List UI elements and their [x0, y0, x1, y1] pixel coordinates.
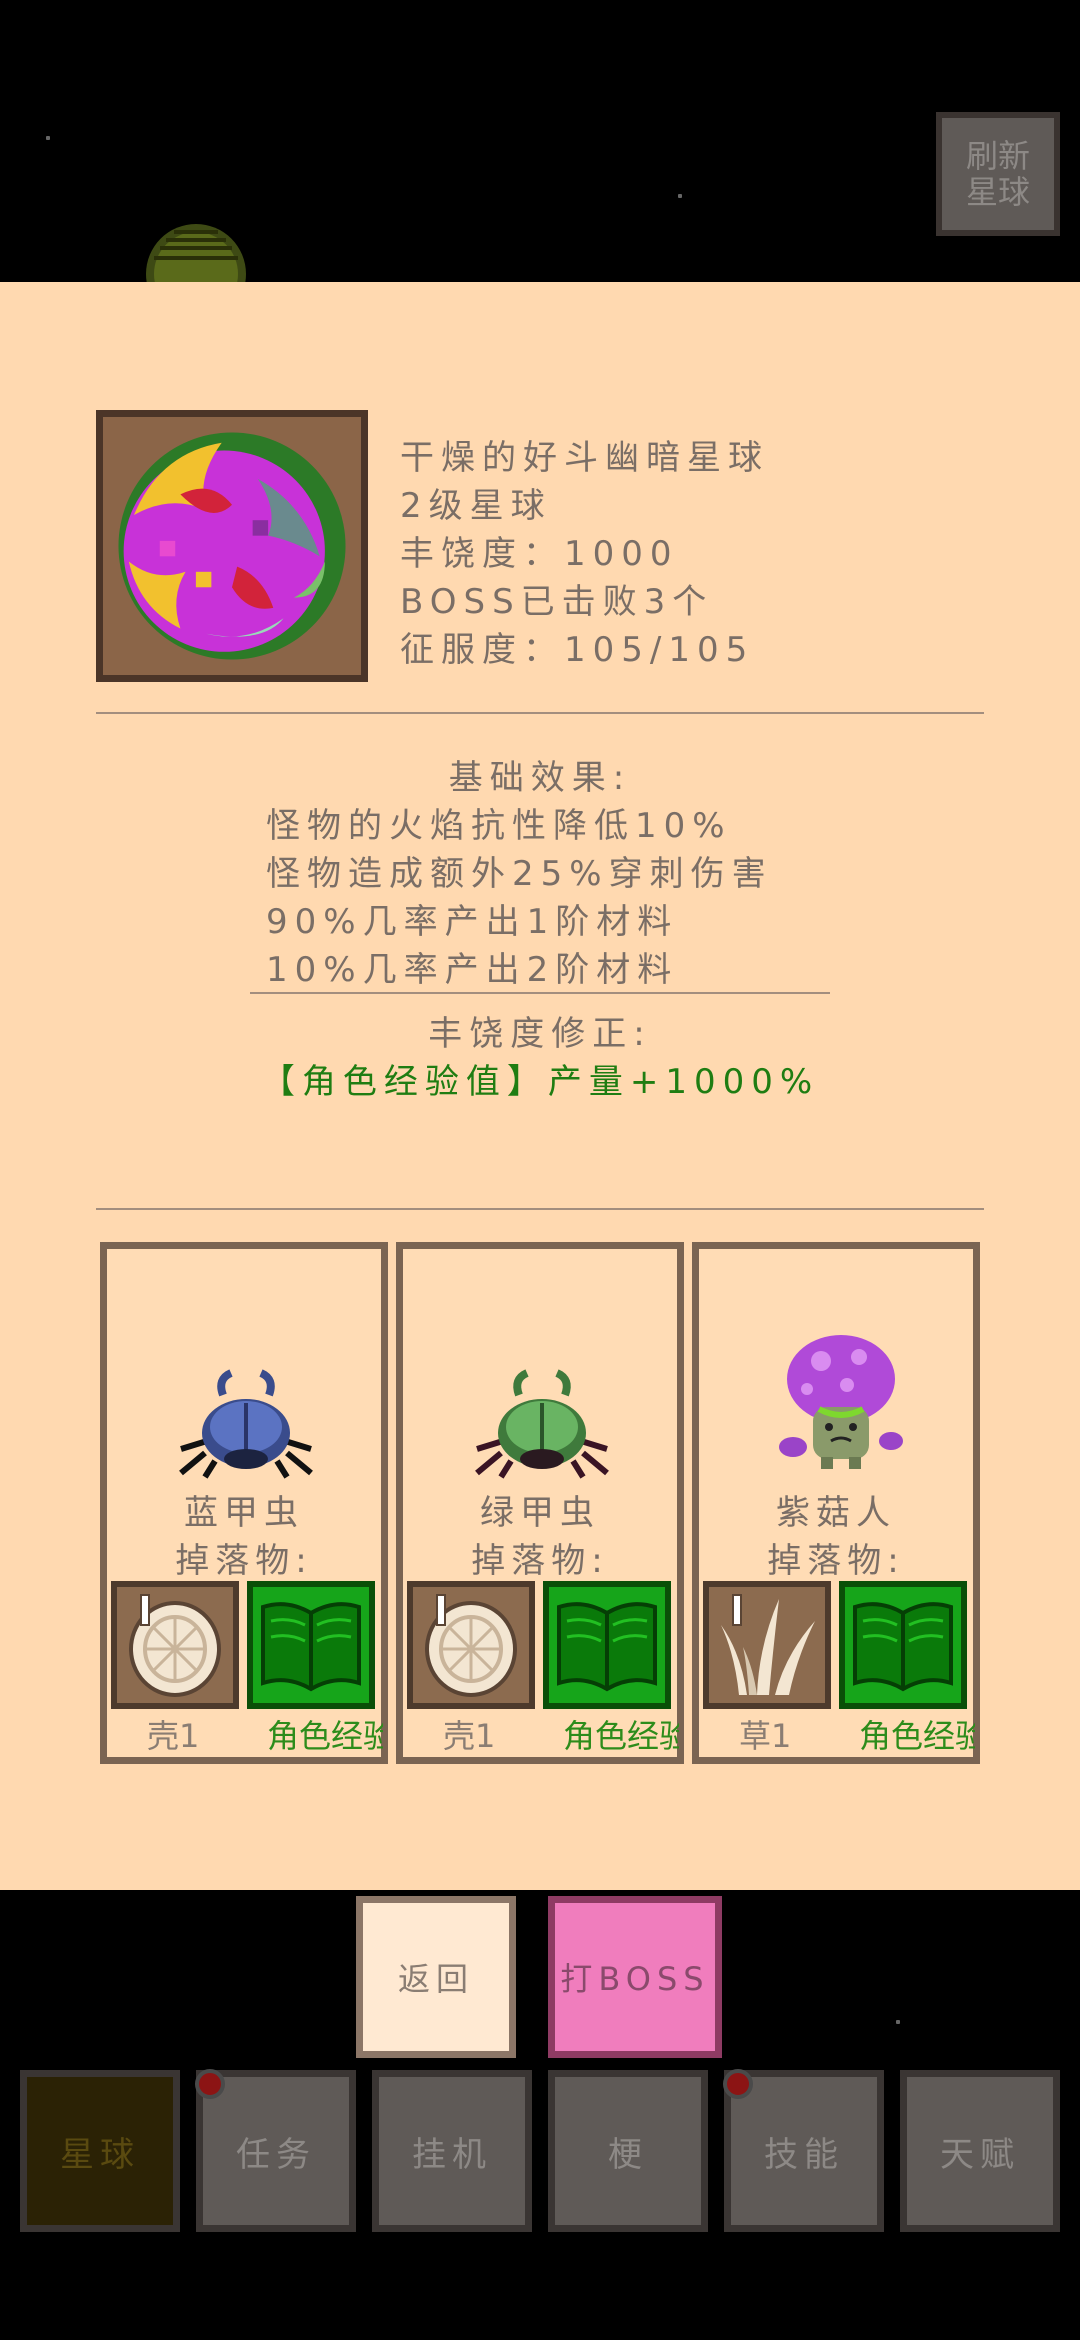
back-button[interactable]: 返回 [356, 1896, 516, 2058]
base-effect-line: 90%几率产出1阶材料 [266, 902, 679, 942]
fight-boss-button[interactable]: 打BOSS [548, 1896, 722, 2058]
notification-dot-icon [195, 2069, 225, 2099]
blue-beetle-sprite [179, 1369, 313, 1479]
nav-tab-idle[interactable]: 挂机 [372, 2070, 532, 2232]
base-effect-line: 怪物的火焰抗性降低10% [266, 806, 732, 846]
monster-card[interactable]: 绿甲虫 掉落物: 壳1 角色经验 [396, 1242, 684, 1764]
base-effects-title: 基础效果: [448, 758, 632, 798]
drops-label: 掉落物: [175, 1541, 313, 1581]
drop-slot-shell[interactable] [111, 1581, 239, 1709]
book-icon [853, 1602, 953, 1692]
divider [250, 992, 830, 994]
book-icon [261, 1602, 361, 1692]
nav-tab-label: 任务 [236, 2134, 316, 2175]
planet-portrait [96, 410, 368, 682]
grass-icon [721, 1594, 815, 1695]
planet-level: 2级星球 [400, 486, 552, 526]
purple-mushroom-sprite [779, 1335, 903, 1469]
divider [96, 1208, 984, 1210]
drop-slot-exp[interactable] [543, 1581, 671, 1709]
planet-conquest: 征服度：105/105 [400, 630, 755, 670]
green-beetle-sprite [475, 1369, 609, 1479]
drops-label: 掉落物: [767, 1541, 905, 1581]
drop-slot-exp[interactable] [247, 1581, 375, 1709]
nav-tab-talents[interactable]: 天赋 [900, 2070, 1060, 2232]
monster-name: 蓝甲虫 [184, 1493, 304, 1533]
drop-label: 角色经验 [859, 1717, 975, 1755]
divider [96, 712, 984, 714]
star [46, 136, 50, 140]
refresh-planet-button[interactable]: 刷新 星球 [936, 112, 1060, 236]
nav-tab-label: 星球 [60, 2134, 140, 2175]
star [896, 2020, 900, 2024]
drop-label: 壳1 [443, 1717, 496, 1755]
monster-card[interactable]: 紫菇人 掉落物: 草1 角色经验 [692, 1242, 980, 1764]
drop-slot-grass[interactable] [703, 1581, 831, 1709]
monster-name: 紫菇人 [776, 1493, 896, 1533]
shell-icon [425, 1594, 517, 1697]
drop-label: 角色经验 [267, 1717, 383, 1755]
monster-card[interactable]: 蓝甲虫 掉落物: 壳1 角色经验 [100, 1242, 388, 1764]
star [678, 194, 682, 198]
nav-tab-label: 技能 [764, 2134, 844, 2175]
notification-dot-icon [723, 2069, 753, 2099]
nav-tab-planet[interactable]: 星球 [20, 2070, 180, 2232]
boss-defeated-count: BOSS已击败3个 [400, 582, 714, 622]
planet-name: 干燥的好斗幽暗星球 [400, 438, 769, 478]
nav-tab-skills[interactable]: 技能 [723, 2069, 884, 2232]
drop-slot-exp[interactable] [839, 1581, 967, 1709]
nav-tab-quests[interactable]: 任务 [195, 2069, 356, 2232]
base-effect-line: 怪物造成额外25%穿刺伤害 [266, 854, 773, 894]
planet-detail-panel: 干燥的好斗幽暗星球 2级星球 丰饶度：1000 BOSS已击败3个 征服度：10… [0, 282, 1080, 1890]
planet-image [118, 432, 346, 660]
monster-name: 绿甲虫 [480, 1493, 600, 1533]
base-effect-line: 10%几率产出2阶材料 [266, 950, 679, 990]
nav-tab-label: 梗 [608, 2134, 648, 2175]
drop-label: 草1 [739, 1717, 792, 1755]
shell-icon [129, 1594, 221, 1697]
planet-richness: 丰饶度：1000 [400, 534, 679, 574]
drops-label: 掉落物: [471, 1541, 609, 1581]
book-icon [557, 1602, 657, 1692]
richness-modifier-title: 丰饶度修正: [428, 1014, 652, 1054]
nav-tab-label: 天赋 [940, 2134, 1020, 2175]
nav-tab-meme[interactable]: 梗 [548, 2070, 708, 2232]
drop-slot-shell[interactable] [407, 1581, 535, 1709]
background-planet [146, 224, 246, 282]
drop-label: 壳1 [147, 1717, 200, 1755]
richness-modifier-line: 【角色经验值】产量+1000% [260, 1062, 820, 1102]
drop-label: 角色经验 [563, 1717, 679, 1755]
nav-tab-label: 挂机 [412, 2134, 492, 2175]
